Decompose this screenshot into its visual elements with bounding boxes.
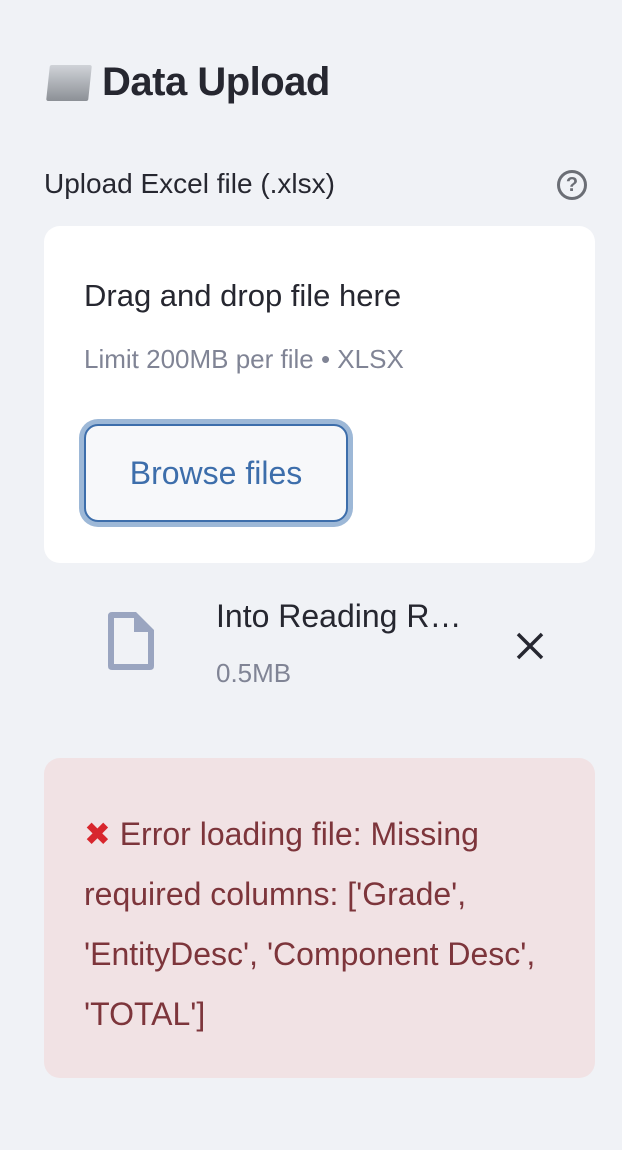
uploaded-file-name: Into Reading R… — [216, 598, 462, 634]
title-text: Data Upload — [102, 60, 330, 104]
browse-files-button[interactable]: Browse files — [84, 424, 348, 522]
dropzone-limit: Limit 200MB per file • XLSX — [84, 344, 404, 374]
help-icon[interactable]: ? — [557, 170, 587, 200]
uploaded-file-size: 0.5MB — [216, 658, 292, 688]
file-dropzone[interactable]: Drag and drop file here Limit 200MB per … — [44, 226, 595, 563]
error-message: Error loading file: Missing required col… — [84, 816, 536, 1032]
error-alert: ✖ Error loading file: Missing required c… — [44, 758, 595, 1078]
folder-icon — [44, 63, 92, 103]
error-x-icon: ✖ — [84, 816, 111, 852]
page-title: Data Upload — [44, 60, 330, 105]
uploader-label: Upload Excel file (.xlsx) — [44, 168, 335, 199]
remove-file-icon[interactable] — [510, 626, 550, 666]
file-icon — [108, 612, 154, 670]
dropzone-instructions: Drag and drop file here — [84, 278, 402, 313]
